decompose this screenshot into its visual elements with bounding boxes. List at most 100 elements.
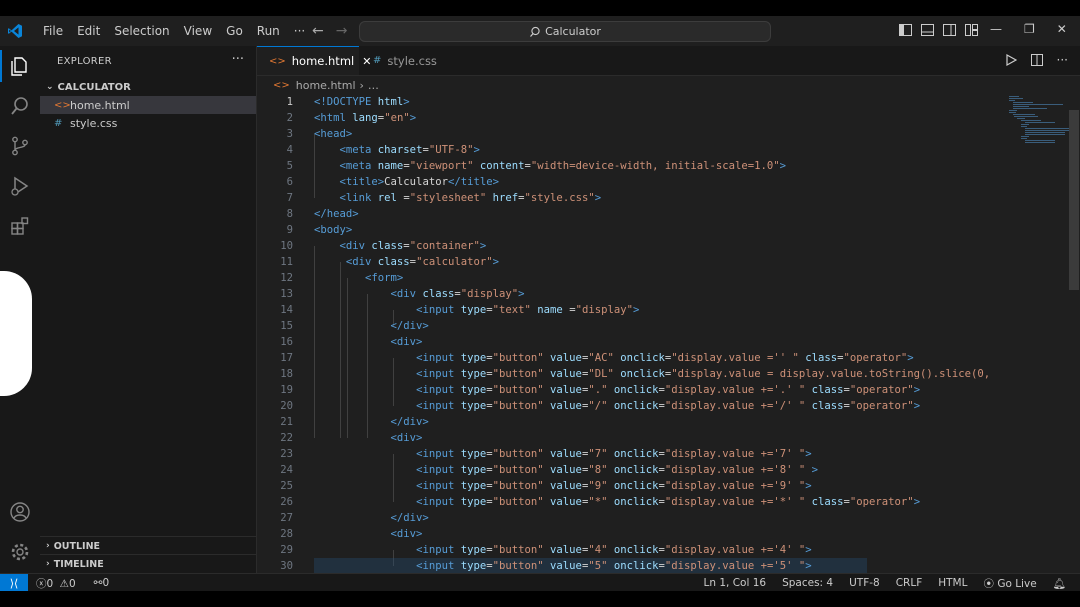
white-overlay-shape: [0, 271, 32, 396]
source-control-icon[interactable]: [0, 126, 40, 166]
code-token: >: [403, 96, 410, 108]
code-token: <input: [416, 496, 461, 508]
menu-item[interactable]: ···: [287, 24, 312, 38]
language-mode[interactable]: HTML: [938, 577, 967, 589]
code-token: =: [396, 192, 410, 204]
code-line[interactable]: 20 <input type="button" value="/" onclic…: [257, 398, 1080, 414]
tab-home-html[interactable]: <> home.html ✕: [257, 46, 371, 75]
run-icon[interactable]: [1005, 54, 1017, 66]
search-sidebar-icon[interactable]: [0, 86, 40, 126]
encoding[interactable]: UTF-8: [849, 577, 880, 589]
explorer-icon[interactable]: [0, 46, 40, 86]
indentation[interactable]: Spaces: 4: [782, 577, 833, 589]
code-line[interactable]: 1 <!DOCTYPE html>: [257, 94, 1080, 110]
code-line[interactable]: 3 <head>: [257, 126, 1080, 142]
split-editor-icon[interactable]: [1030, 54, 1043, 66]
ports-indicator[interactable]: ⚯0: [94, 577, 110, 589]
code-token: onclick: [613, 400, 659, 412]
code-text: <title>Calculator</title>: [314, 174, 499, 190]
code-line[interactable]: 14 <input type="text" name ="display">: [257, 302, 1080, 318]
remote-indicator-icon[interactable]: ⟩⟨: [0, 574, 28, 592]
outline-section[interactable]: › OUTLINE: [40, 536, 256, 555]
code-line[interactable]: 21 </div>: [257, 414, 1080, 430]
code-line[interactable]: 22 <div>: [257, 430, 1080, 446]
code-token: "button": [492, 448, 544, 460]
menu-item[interactable]: Run: [250, 24, 287, 38]
timeline-section[interactable]: › TIMELINE: [40, 554, 256, 573]
code-line[interactable]: 30 <input type="button" value="5" onclic…: [257, 558, 1080, 573]
code-line[interactable]: 2 <html lang="en">: [257, 110, 1080, 126]
code-line[interactable]: 24 <input type="button" value="8" onclic…: [257, 462, 1080, 478]
menu-item[interactable]: Go: [219, 24, 250, 38]
close-window-icon[interactable]: ✕: [1057, 22, 1067, 36]
code-token: =: [562, 304, 576, 316]
toggle-secondary-sidebar-icon[interactable]: [942, 23, 956, 37]
folder-calculator[interactable]: ⌄ CALCULATOR: [40, 78, 256, 96]
menu-item[interactable]: Selection: [107, 24, 176, 38]
code-line[interactable]: 27 </div>: [257, 510, 1080, 526]
code-line[interactable]: 17 <input type="button" value="AC" oncli…: [257, 350, 1080, 366]
customize-layout-icon[interactable]: [964, 23, 978, 37]
problems-indicator[interactable]: ⓧ0 ⚠0: [36, 576, 76, 591]
extensions-icon[interactable]: [0, 206, 40, 246]
code-token: </head>: [314, 208, 359, 220]
more-actions-icon[interactable]: ···: [1057, 54, 1068, 66]
notifications-bell-icon[interactable]: 🔔︎: [1053, 577, 1066, 590]
go-live-button[interactable]: ⦿ Go Live: [983, 576, 1036, 591]
forward-arrow-icon[interactable]: →: [336, 23, 348, 39]
code-text: <div>: [314, 430, 423, 446]
code-line[interactable]: 23 <input type="button" value="7" onclic…: [257, 446, 1080, 462]
code-line[interactable]: 10 <div class="container">: [257, 238, 1080, 254]
code-line[interactable]: 11 <div class="calculator">: [257, 254, 1080, 270]
file-home-html[interactable]: <> home.html: [40, 96, 256, 114]
code-line[interactable]: 9 <body>: [257, 222, 1080, 238]
code-token: html: [377, 96, 404, 108]
run-debug-icon[interactable]: [0, 166, 40, 206]
minimize-icon[interactable]: —: [990, 22, 1002, 36]
code-line[interactable]: 6 <title>Calculator</title>: [257, 174, 1080, 190]
code-line[interactable]: 25 <input type="button" value="9" onclic…: [257, 478, 1080, 494]
code-token: <div>: [390, 528, 423, 540]
menu-item[interactable]: File: [36, 24, 70, 38]
code-line[interactable]: 5 <meta name="viewport" content="width=d…: [257, 158, 1080, 174]
menu-item[interactable]: View: [177, 24, 219, 38]
code-editor[interactable]: 1 <!DOCTYPE html> 2 <html lang="en"> 3 <head>…: [257, 94, 1080, 573]
code-line[interactable]: 29 <input type="button" value="4" onclic…: [257, 542, 1080, 558]
code-line[interactable]: 4 <meta charset="UTF-8">: [257, 142, 1080, 158]
broadcast-icon: ⦿: [983, 577, 994, 590]
code-text: <input type="button" value="5" onclick="…: [314, 558, 812, 573]
code-line[interactable]: 16 <div>: [257, 334, 1080, 350]
line-ending[interactable]: CRLF: [896, 577, 923, 589]
file-style-css[interactable]: # style.css: [40, 114, 256, 132]
back-arrow-icon[interactable]: ←: [312, 23, 324, 39]
command-center-search[interactable]: Calculator: [359, 21, 771, 42]
code-line[interactable]: 28 <div>: [257, 526, 1080, 542]
line-number: 27: [280, 512, 293, 524]
code-text: <!DOCTYPE html>: [314, 94, 410, 110]
tab-style-css[interactable]: # style.css: [359, 46, 459, 75]
code-line[interactable]: 8 </head>: [257, 206, 1080, 222]
restore-icon[interactable]: ❐: [1024, 22, 1035, 36]
menu-item[interactable]: Edit: [70, 24, 107, 38]
toggle-panel-icon[interactable]: [920, 23, 934, 37]
code-line[interactable]: 26 <input type="button" value="*" onclic…: [257, 494, 1080, 510]
accounts-icon[interactable]: [0, 492, 40, 532]
toggle-sidebar-icon[interactable]: [898, 23, 912, 37]
html-file-icon: <>: [273, 79, 290, 91]
code-line[interactable]: 15 </div>: [257, 318, 1080, 334]
code-line[interactable]: 19 <input type="button" value="." onclic…: [257, 382, 1080, 398]
explorer-more-button[interactable]: ···: [232, 52, 244, 67]
settings-gear-icon[interactable]: [0, 532, 40, 572]
code-text: <div>: [314, 526, 423, 542]
code-line[interactable]: 12 <form>: [257, 270, 1080, 286]
breadcrumb-file[interactable]: home.html: [296, 79, 356, 92]
cursor-position[interactable]: Ln 1, Col 16: [704, 577, 767, 589]
line-number: 23: [280, 448, 293, 460]
breadcrumb-rest[interactable]: …: [368, 79, 379, 92]
code-line[interactable]: 13 <div class="display">: [257, 286, 1080, 302]
code-line[interactable]: 7 <link rel ="stylesheet" href="style.cs…: [257, 190, 1080, 206]
code-line[interactable]: 18 <input type="button" value="DL" oncli…: [257, 366, 1080, 382]
code-token: class: [811, 384, 844, 396]
